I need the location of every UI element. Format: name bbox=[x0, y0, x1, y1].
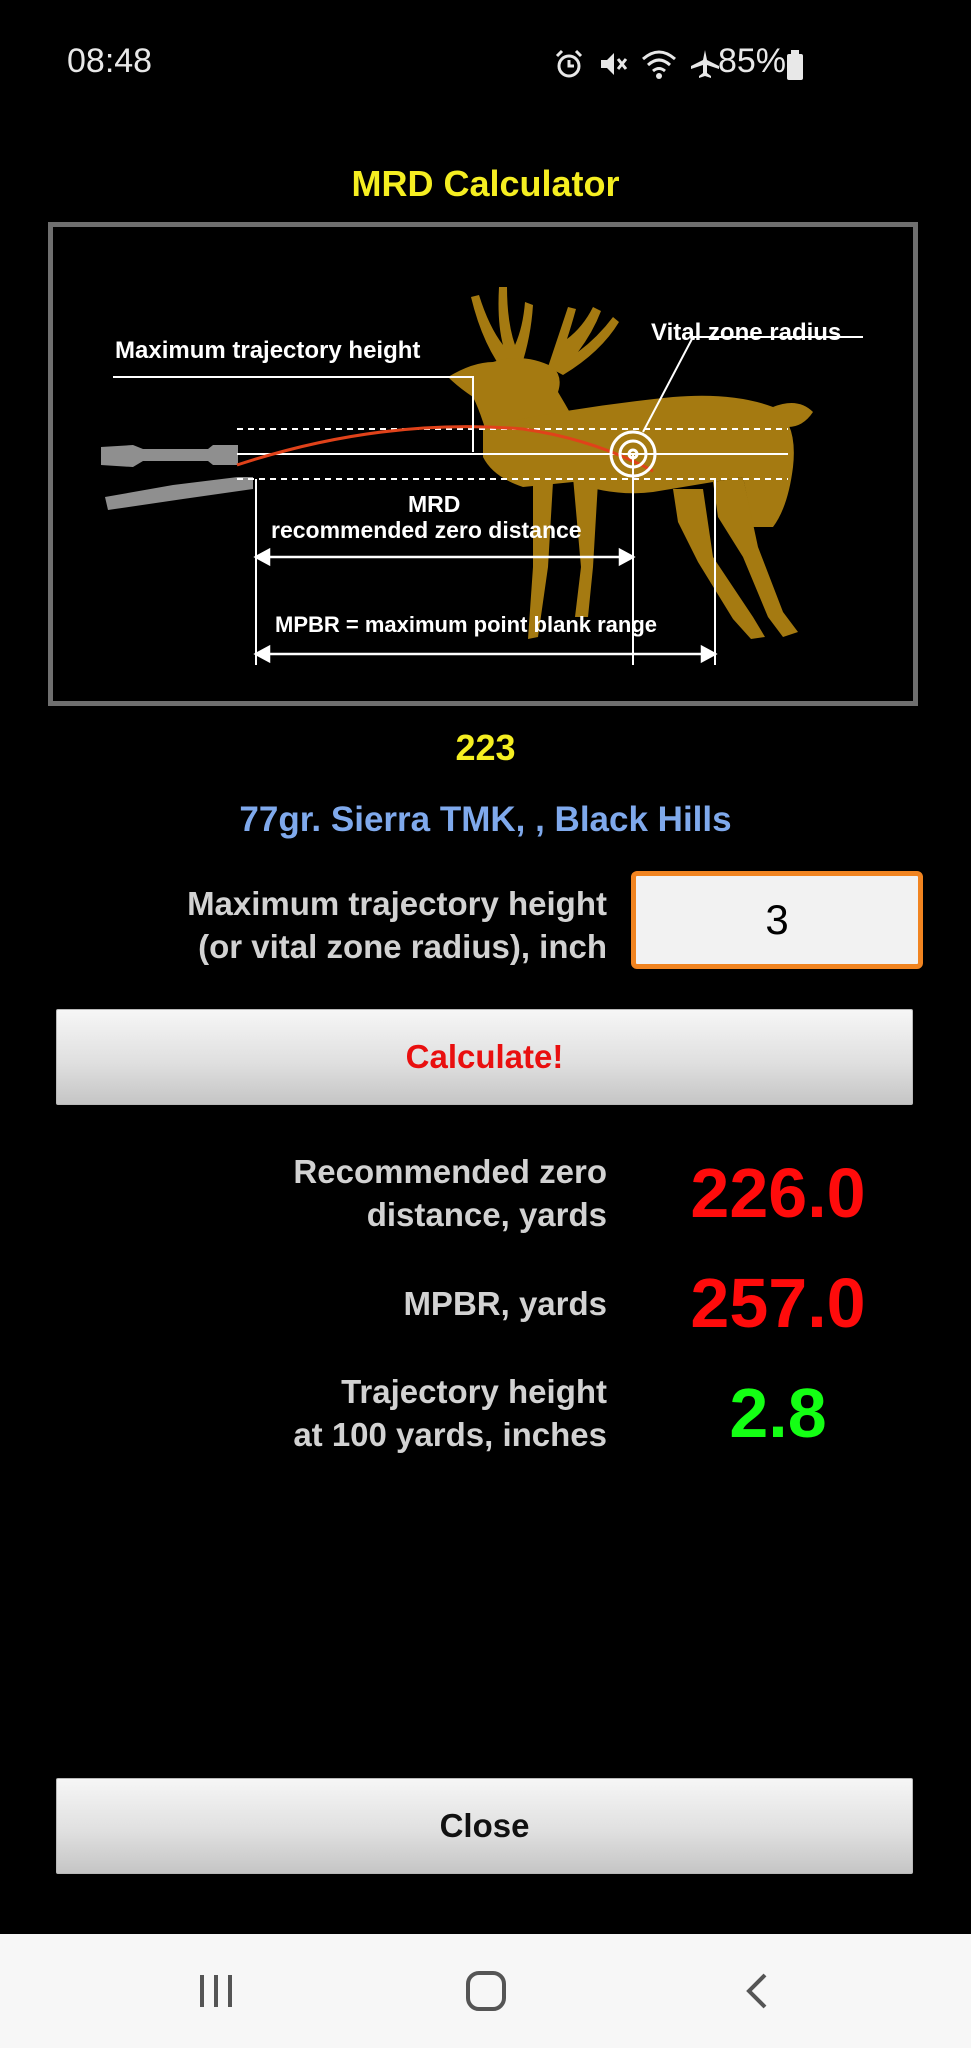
wifi-icon bbox=[642, 50, 676, 79]
height-100-label-line2: at 100 yards, inches bbox=[293, 1416, 607, 1453]
zero-distance-label-line1: Recommended zero bbox=[293, 1153, 607, 1190]
back-icon bbox=[746, 1973, 767, 2009]
max-height-input[interactable] bbox=[631, 871, 923, 969]
zero-distance-label: Recommended zero distance, yards bbox=[293, 1150, 607, 1236]
status-bar: 08:48 85% bbox=[0, 0, 971, 125]
battery-icon bbox=[787, 50, 803, 80]
back-button[interactable] bbox=[696, 1934, 816, 2048]
close-button[interactable]: Close bbox=[56, 1778, 913, 1874]
status-icons bbox=[553, 46, 721, 82]
max-height-label-line2: (or vital zone radius), inch bbox=[198, 928, 607, 965]
caliber-label: 223 bbox=[455, 727, 516, 768]
recents-button[interactable] bbox=[156, 1934, 276, 2048]
height-100-value: 2.8 bbox=[729, 1374, 827, 1452]
zero-distance-label-line2: distance, yards bbox=[366, 1196, 607, 1233]
navigation-bar bbox=[0, 1934, 971, 2048]
height-100-label-line1: Trajectory height bbox=[341, 1373, 607, 1410]
alarm-icon bbox=[555, 49, 583, 78]
max-height-label: Maximum trajectory height (or vital zone… bbox=[187, 882, 607, 968]
diagram-label-max-height: Maximum trajectory height bbox=[115, 337, 421, 364]
diagram-label-vital-zone: Vital zone radius bbox=[651, 319, 842, 346]
zero-distance-value: 226.0 bbox=[690, 1154, 866, 1232]
mpbr-value: 257.0 bbox=[690, 1264, 866, 1342]
mute-icon bbox=[601, 53, 628, 75]
height-100-label: Trajectory height at 100 yards, inches bbox=[293, 1370, 607, 1456]
mpbr-label: MPBR, yards bbox=[403, 1285, 607, 1322]
diagram-label-mpbr: MPBR = maximum point blank range bbox=[275, 612, 658, 637]
trajectory-diagram: Maximum trajectory height Vital zone rad… bbox=[48, 222, 918, 706]
rifle-silhouette bbox=[101, 445, 253, 510]
home-button[interactable] bbox=[426, 1934, 546, 2048]
home-icon bbox=[466, 1971, 506, 2011]
diagram-label-mrd-sub: recommended zero distance bbox=[271, 517, 582, 543]
diagram-label-mrd: MRD bbox=[408, 491, 461, 517]
ammo-label: 77gr. Sierra TMK, , Black Hills bbox=[239, 800, 732, 839]
page-title: MRD Calculator bbox=[351, 163, 620, 204]
calculate-button[interactable]: Calculate! bbox=[56, 1009, 913, 1105]
battery-percent: 85% bbox=[717, 42, 786, 80]
max-height-label-line1: Maximum trajectory height bbox=[187, 885, 607, 922]
status-time: 08:48 bbox=[67, 42, 153, 80]
recents-icon bbox=[200, 1975, 232, 2007]
airplane-icon bbox=[691, 50, 719, 78]
